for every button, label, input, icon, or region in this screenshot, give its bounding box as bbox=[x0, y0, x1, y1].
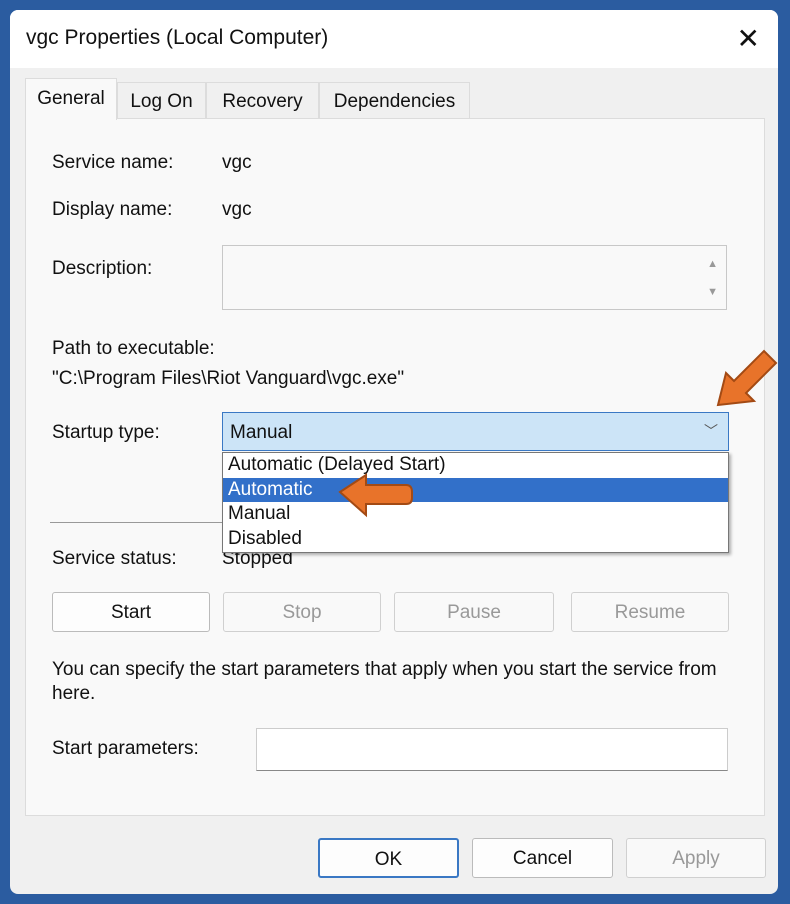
startup-type-label: Startup type: bbox=[52, 422, 160, 444]
path-value: "C:\Program Files\Riot Vanguard\vgc.exe" bbox=[52, 368, 404, 390]
start-params-input[interactable] bbox=[256, 728, 728, 771]
tab-general[interactable]: General bbox=[25, 78, 117, 120]
annotation-arrow-icon bbox=[712, 345, 782, 411]
apply-button[interactable]: Apply bbox=[626, 838, 766, 878]
chevron-down-icon: ﹀ bbox=[704, 421, 718, 441]
description-field[interactable]: ▲ ▼ bbox=[222, 245, 727, 310]
divider bbox=[50, 522, 230, 523]
tab-recovery[interactable]: Recovery bbox=[206, 82, 319, 119]
service-status-label: Service status: bbox=[52, 548, 177, 570]
tab-log-on[interactable]: Log On bbox=[117, 82, 206, 119]
startup-type-value: Manual bbox=[230, 422, 292, 443]
cancel-button[interactable]: Cancel bbox=[472, 838, 613, 878]
close-icon[interactable]: ✕ bbox=[737, 22, 760, 55]
option-manual[interactable]: Manual bbox=[223, 502, 728, 527]
startup-type-select[interactable]: Manual ﹀ bbox=[222, 412, 729, 451]
service-name-value: vgc bbox=[222, 152, 252, 174]
title-bar: vgc Properties (Local Computer) ✕ bbox=[10, 10, 778, 68]
option-automatic[interactable]: Automatic bbox=[223, 478, 728, 503]
scroll-up-icon[interactable]: ▲ bbox=[707, 258, 718, 270]
pause-button[interactable]: Pause bbox=[394, 592, 554, 632]
start-params-label: Start parameters: bbox=[52, 738, 199, 760]
option-disabled[interactable]: Disabled bbox=[223, 527, 728, 552]
stop-button[interactable]: Stop bbox=[223, 592, 381, 632]
start-button[interactable]: Start bbox=[52, 592, 210, 632]
description-label: Description: bbox=[52, 258, 152, 280]
display-name-value: vgc bbox=[222, 199, 252, 221]
start-params-hint: You can specify the start parameters tha… bbox=[52, 658, 732, 706]
resume-button[interactable]: Resume bbox=[571, 592, 729, 632]
window-title: vgc Properties (Local Computer) bbox=[26, 26, 328, 50]
tab-dependencies[interactable]: Dependencies bbox=[319, 82, 470, 119]
path-label: Path to executable: bbox=[52, 338, 215, 360]
startup-type-dropdown: Automatic (Delayed Start) Automatic Manu… bbox=[222, 452, 729, 553]
option-automatic-delayed[interactable]: Automatic (Delayed Start) bbox=[223, 453, 728, 478]
ok-button[interactable]: OK bbox=[318, 838, 459, 878]
service-name-label: Service name: bbox=[52, 152, 173, 174]
display-name-label: Display name: bbox=[52, 199, 172, 221]
properties-dialog: vgc Properties (Local Computer) ✕ Genera… bbox=[10, 10, 778, 894]
scroll-down-icon[interactable]: ▼ bbox=[707, 286, 718, 298]
annotation-arrow-icon bbox=[336, 472, 414, 518]
